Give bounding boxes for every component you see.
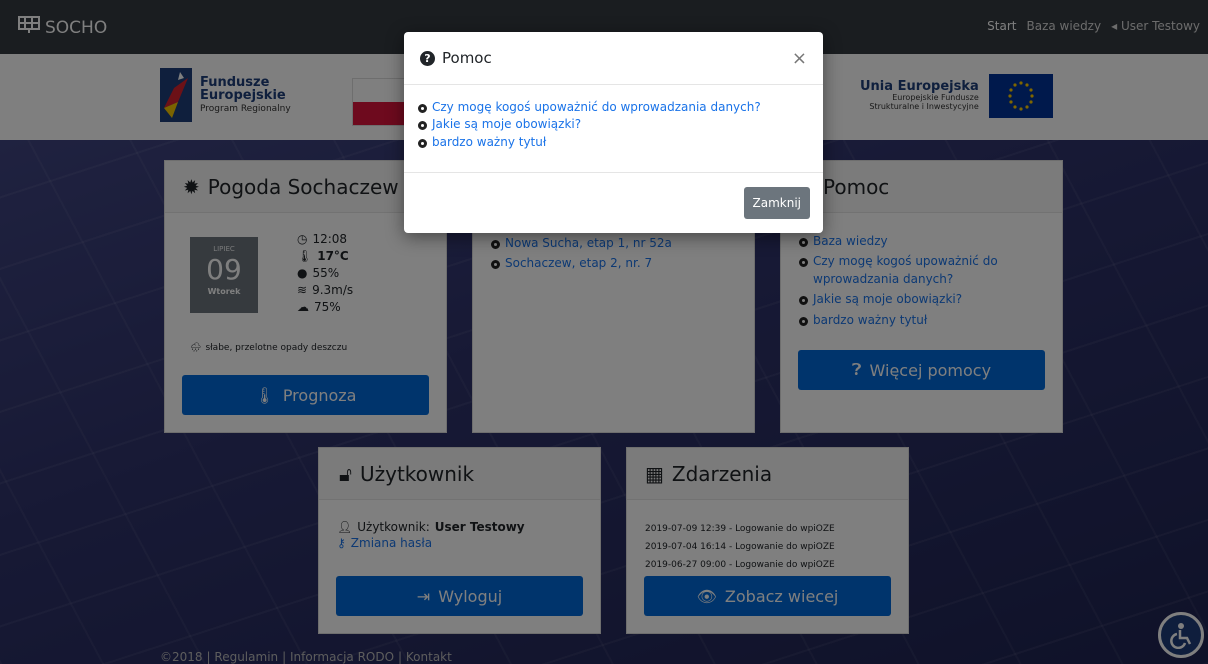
circle-arrow-icon: [418, 104, 427, 113]
modal-link-duties[interactable]: Jakie są moje obowiązki?: [432, 116, 581, 133]
modal-link-authorize[interactable]: Czy mogę kogoś upoważnić do wprowadzania…: [432, 99, 761, 116]
circle-arrow-icon: [418, 121, 427, 131]
modal-title: Pomoc: [442, 49, 492, 67]
question-circle-icon: ?: [420, 50, 435, 66]
help-modal: ? Pomoc × Czy mogę kogoś upoważnić do wp…: [404, 32, 823, 233]
close-modal-button[interactable]: Zamknij: [743, 187, 810, 219]
modal-link-important[interactable]: bardzo ważny tytuł: [432, 134, 546, 151]
modal-body: Czy mogę kogoś upoważnić do wprowadzania…: [404, 85, 823, 173]
close-icon[interactable]: ×: [792, 48, 807, 69]
modal-header: ? Pomoc ×: [404, 32, 823, 85]
modal-footer: Zamknij: [404, 173, 823, 233]
circle-arrow-icon: [418, 138, 427, 148]
